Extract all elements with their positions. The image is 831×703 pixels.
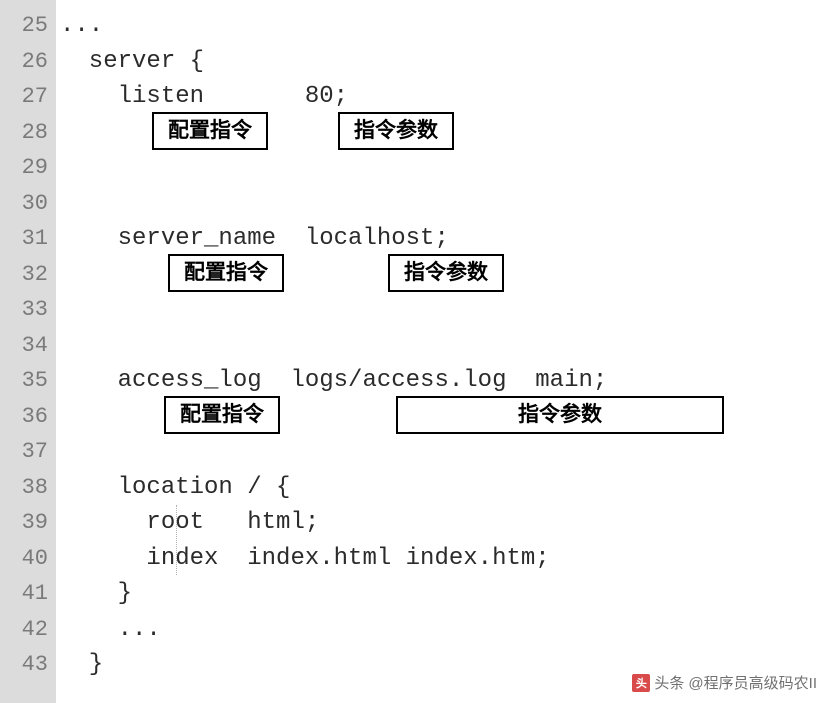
code-content: ... server { listen 80; server_name loca… [56,0,831,703]
line-number: 31 [6,221,48,257]
code-line: } [60,576,831,612]
line-number: 25 [6,8,48,44]
code-line [60,399,831,435]
watermark-source: 头条 [654,672,684,693]
line-number: 41 [6,576,48,612]
code-line [60,434,831,470]
line-number: 43 [6,647,48,683]
line-number: 37 [6,434,48,470]
watermark-author: @程序员高级码农II [688,672,817,693]
line-number: 26 [6,44,48,80]
code-line: ... [60,612,831,648]
code-line: listen 80; [60,79,831,115]
line-number: 39 [6,505,48,541]
code-line [60,150,831,186]
code-line [60,292,831,328]
code-line [60,115,831,151]
code-line [60,186,831,222]
code-line: location / { [60,470,831,506]
code-line: access_log logs/access.log main; [60,363,831,399]
code-line: server_name localhost; [60,221,831,257]
code-line: ... [60,8,831,44]
line-number: 36 [6,399,48,435]
line-number: 28 [6,115,48,151]
line-number: 27 [6,79,48,115]
indent-guide [176,505,177,575]
line-number: 42 [6,612,48,648]
line-number: 34 [6,328,48,364]
line-number-gutter: 25262728293031323334353637383940414243 [0,0,56,703]
line-number: 33 [6,292,48,328]
line-number: 29 [6,150,48,186]
code-editor: 25262728293031323334353637383940414243 .… [0,0,831,703]
watermark: 头 头条 @程序员高级码农II [632,672,817,693]
line-number: 35 [6,363,48,399]
code-line: server { [60,44,831,80]
line-number: 30 [6,186,48,222]
line-number: 32 [6,257,48,293]
source-logo-icon: 头 [632,674,650,692]
line-number: 40 [6,541,48,577]
code-line [60,257,831,293]
line-number: 38 [6,470,48,506]
code-line [60,328,831,364]
